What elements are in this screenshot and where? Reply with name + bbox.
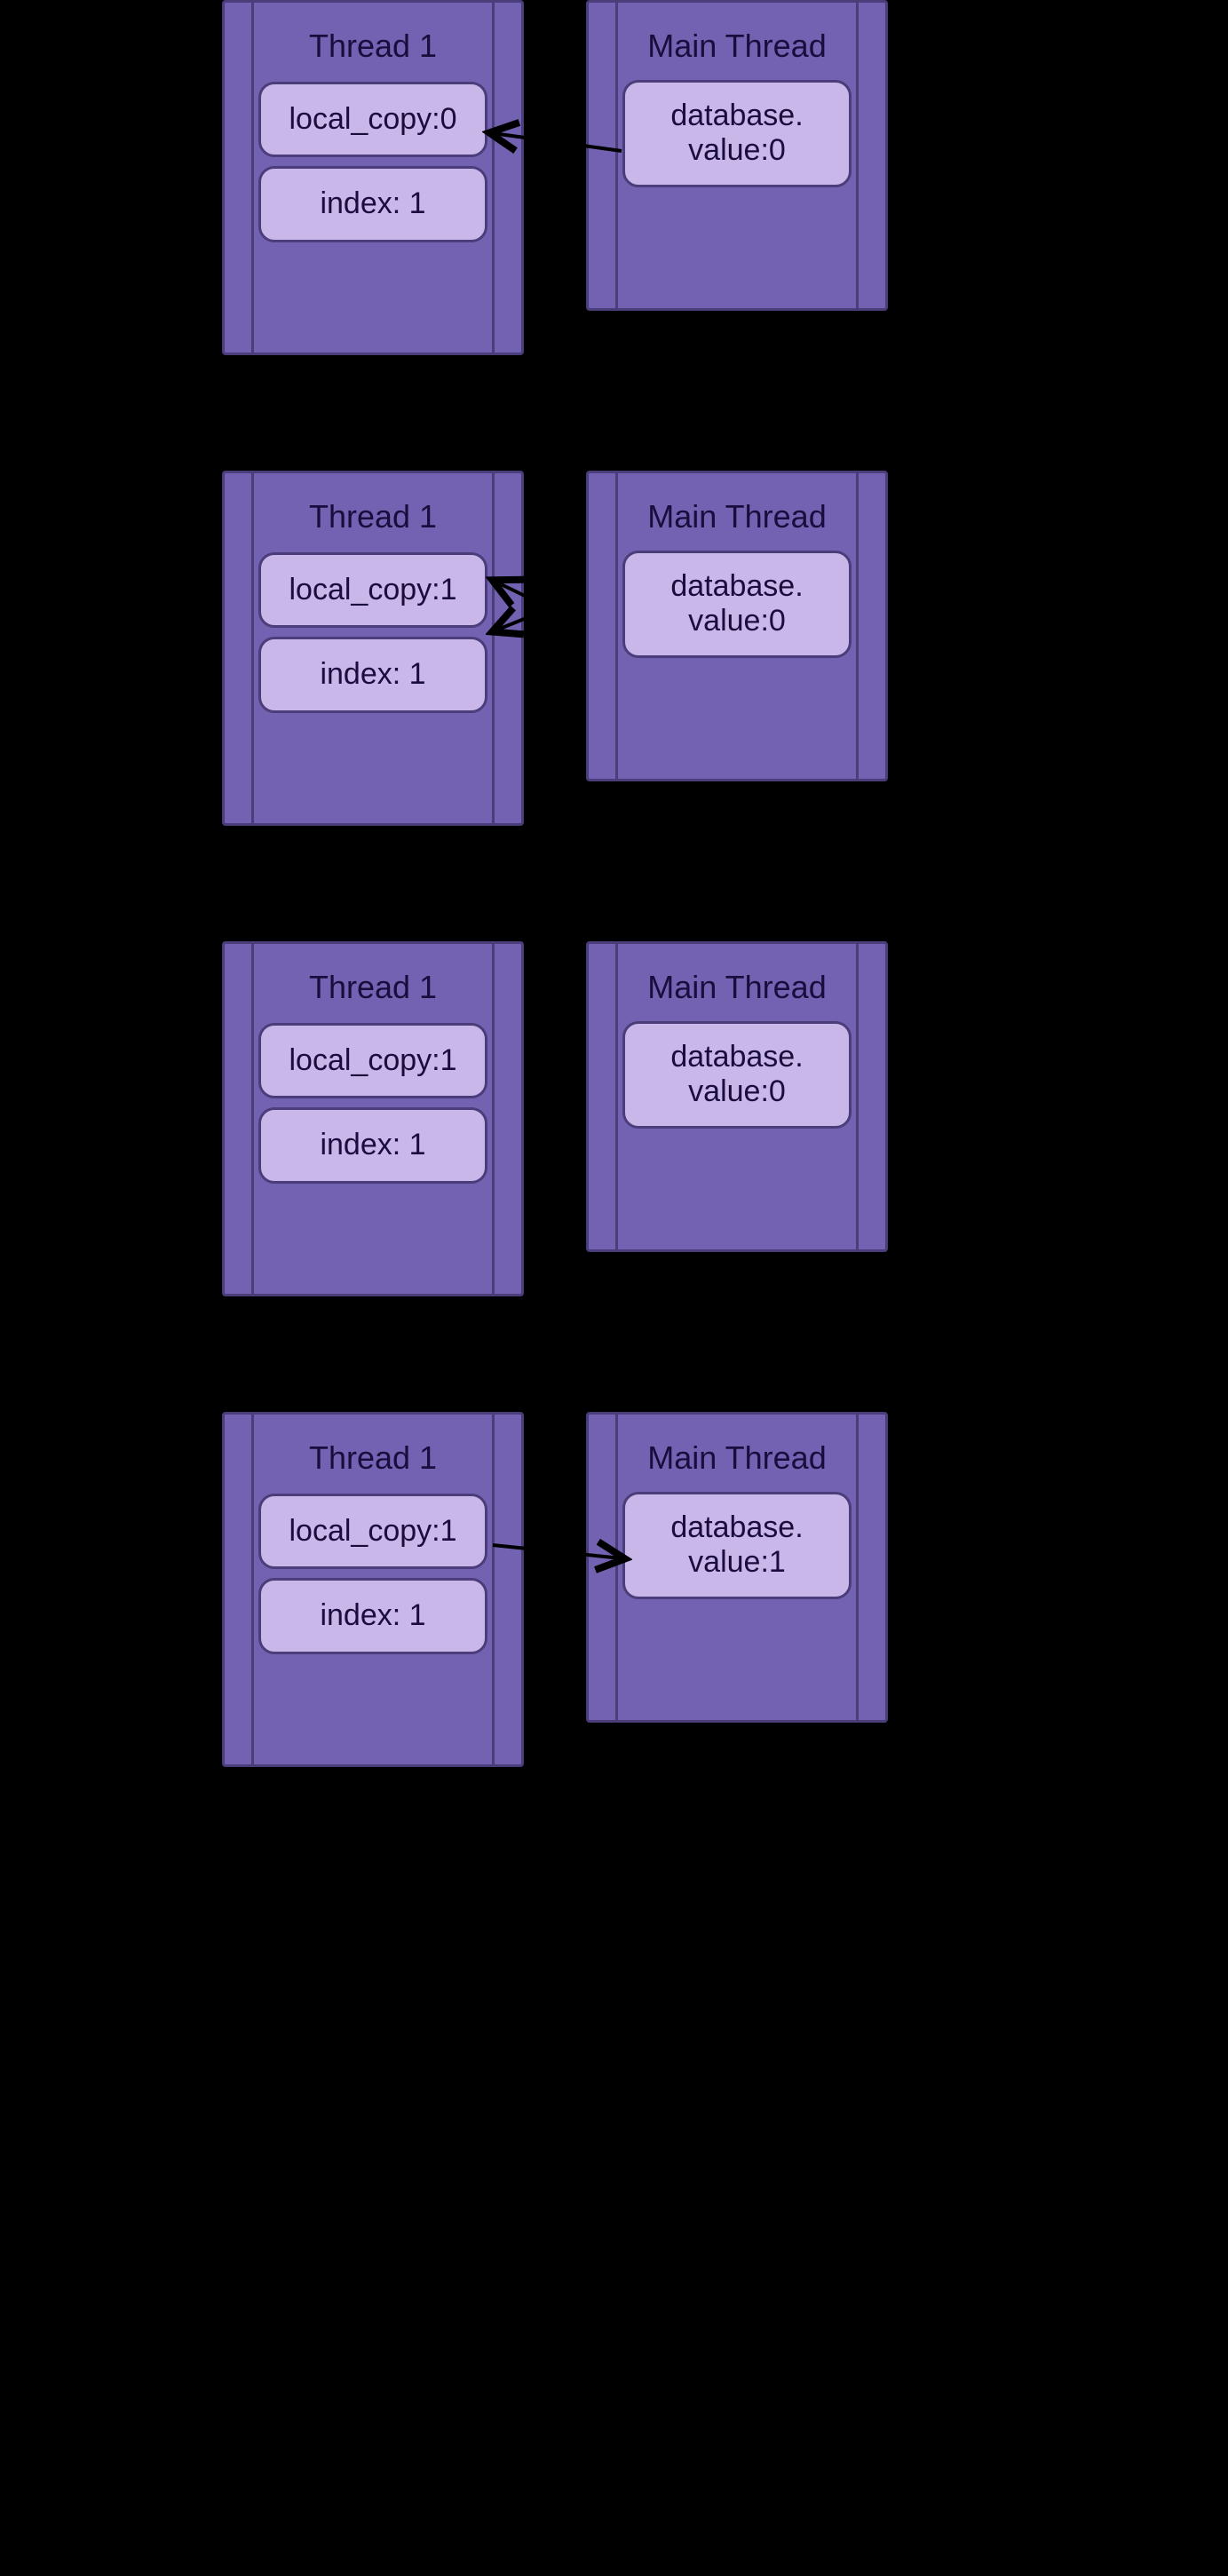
step-3: Thread 1 local_copy:1 index: 1 Main Thre…	[222, 941, 1228, 1296]
thread1-title: Thread 1	[225, 3, 521, 73]
main-thread-box: Main Thread database.value:0	[586, 471, 888, 781]
database-value-box: database.value:0	[622, 551, 852, 657]
database-value-box: database.value:1	[622, 1492, 852, 1598]
local-copy-box: local_copy:0	[258, 82, 487, 157]
main-thread-title: Main Thread	[589, 473, 885, 543]
main-thread-title: Main Thread	[589, 3, 885, 73]
thread1-box: Thread 1 local_copy:1 index: 1	[222, 1412, 524, 1767]
step-4: Thread 1 local_copy:1 index: 1 Main Thre…	[222, 1412, 1228, 1767]
database-value-box: database.value:0	[622, 1021, 852, 1128]
main-thread-title: Main Thread	[589, 1415, 885, 1485]
thread1-box: Thread 1 local_copy:0 index: 1	[222, 0, 524, 355]
step-2: Thread 1 local_copy:1 index: 1 Main Thre…	[222, 471, 1228, 826]
database-value-box: database.value:0	[622, 80, 852, 186]
index-box: index: 1	[258, 637, 487, 712]
thread1-title: Thread 1	[225, 1415, 521, 1485]
index-box: index: 1	[258, 1578, 487, 1653]
step-1: Thread 1 local_copy:0 index: 1 Main Thre…	[222, 0, 1228, 355]
thread1-title: Thread 1	[225, 944, 521, 1014]
local-copy-box: local_copy:1	[258, 552, 487, 628]
index-box: index: 1	[258, 166, 487, 242]
main-thread-title: Main Thread	[589, 944, 885, 1014]
local-copy-box: local_copy:1	[258, 1494, 487, 1569]
thread1-box: Thread 1 local_copy:1 index: 1	[222, 471, 524, 826]
main-thread-box: Main Thread database.value:0	[586, 941, 888, 1252]
index-box: index: 1	[258, 1107, 487, 1183]
thread1-box: Thread 1 local_copy:1 index: 1	[222, 941, 524, 1296]
main-thread-box: Main Thread database.value:1	[586, 1412, 888, 1723]
main-thread-box: Main Thread database.value:0	[586, 0, 888, 311]
thread1-title: Thread 1	[225, 473, 521, 543]
local-copy-box: local_copy:1	[258, 1023, 487, 1098]
